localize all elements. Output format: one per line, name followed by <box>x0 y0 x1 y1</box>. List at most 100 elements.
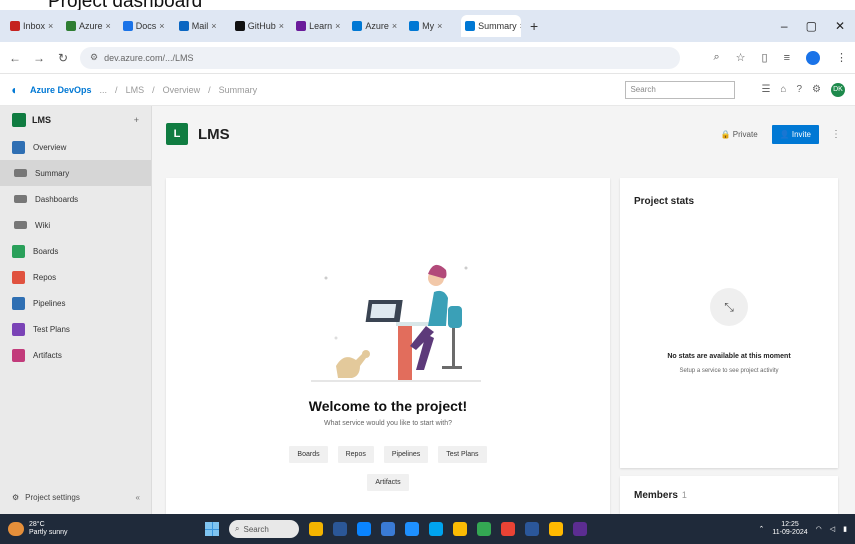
chip-pipelines[interactable]: Pipelines <box>383 446 429 463</box>
taskbar-search[interactable]: ⌕ Search <box>229 520 299 538</box>
sidebar-item-boards[interactable]: Boards <box>0 238 151 264</box>
zoom-icon[interactable]: ⌕ <box>713 51 719 64</box>
taskbar-app-icon[interactable] <box>333 522 347 536</box>
taskbar-app-icon[interactable] <box>309 522 323 536</box>
members-heading: Members 1 <box>634 490 687 501</box>
collapse-icon[interactable]: « <box>136 493 140 502</box>
start-button[interactable] <box>205 522 219 536</box>
wifi-icon[interactable]: ◠ <box>816 525 822 533</box>
tab-close-icon[interactable]: × <box>159 21 164 31</box>
taskbar-app-icon[interactable] <box>525 522 539 536</box>
browser-menu-icon[interactable]: ⋮ <box>836 51 847 64</box>
sidebar-item-dashboards[interactable]: Dashboards <box>0 186 151 212</box>
sidebar-item-icon <box>14 169 27 177</box>
sidebar-item-summary[interactable]: Summary <box>0 160 151 186</box>
sidebar-item-test-plans[interactable]: Test Plans <box>0 316 151 342</box>
tab-close-icon[interactable]: × <box>211 21 216 31</box>
taskbar-app-icon[interactable] <box>501 522 515 536</box>
add-icon[interactable]: + <box>134 115 139 125</box>
sidebar-item-icon <box>12 270 25 284</box>
user-avatar[interactable]: DK <box>831 82 845 97</box>
sidebar-item-repos[interactable]: Repos <box>0 264 151 290</box>
browser-tab[interactable]: Inbox × <box>6 15 58 37</box>
breadcrumb-org[interactable]: ... <box>100 85 108 95</box>
chip-artifacts[interactable]: Artifacts <box>367 474 409 491</box>
tab-close-icon[interactable]: × <box>392 21 397 31</box>
sidebar-item-artifacts[interactable]: Artifacts <box>0 342 151 368</box>
sidebar-item-overview[interactable]: Overview <box>0 134 151 160</box>
azure-devops-logo-icon[interactable]: ◖ <box>10 84 22 96</box>
project-settings-link[interactable]: ⚙ Project settings « <box>0 486 152 508</box>
browser-tab[interactable]: Azure × <box>348 15 401 37</box>
taskbar-app-icon[interactable] <box>549 522 563 536</box>
sidebar-project-name: LMS <box>32 115 51 125</box>
sidebar-icon[interactable]: ▯ <box>762 51 768 64</box>
tab-close-icon[interactable]: × <box>520 21 521 31</box>
tab-label: Inbox <box>23 21 46 31</box>
settings-icon[interactable]: ⚙ <box>812 84 821 95</box>
sidebar-item-icon <box>12 140 25 154</box>
battery-icon[interactable]: ▮ <box>843 525 847 533</box>
chip-repos[interactable]: Repos <box>337 446 374 463</box>
browser-tab[interactable]: Summary× <box>461 15 522 37</box>
chip-test-plans[interactable]: Test Plans <box>438 446 487 463</box>
new-tab-button[interactable]: + <box>525 18 543 34</box>
breadcrumb-project[interactable]: LMS <box>126 85 145 95</box>
taskbar-app-icon[interactable] <box>381 522 395 536</box>
address-bar[interactable]: ⚙ dev.azure.com/.../LMS <box>80 46 680 69</box>
clock[interactable]: 12:25 11-09-2024 <box>772 521 807 537</box>
invite-button[interactable]: 👤 Invite <box>771 124 819 144</box>
breadcrumb-overview[interactable]: Overview <box>163 85 201 95</box>
help-icon[interactable]: ? <box>796 84 802 95</box>
stats-message: No stats are available at this moment <box>667 353 791 360</box>
taskbar-app-icon[interactable] <box>405 522 419 536</box>
tab-close-icon[interactable]: × <box>279 21 284 31</box>
project-settings-label: Project settings <box>25 492 80 502</box>
browser-tab[interactable]: Docs × <box>119 15 171 37</box>
list-icon[interactable]: ☰ <box>761 84 770 95</box>
tray-chevron-icon[interactable]: ⌃ <box>758 525 764 533</box>
page-title: LMS <box>198 125 230 143</box>
devops-brand[interactable]: Azure DevOps <box>30 85 92 95</box>
devops-search-input[interactable]: Search <box>625 80 736 99</box>
breadcrumb-summary[interactable]: Summary <box>219 85 258 95</box>
forward-arrow-icon[interactable]: → <box>32 51 46 65</box>
reload-icon[interactable]: ↻ <box>56 51 70 65</box>
tab-close-icon[interactable]: × <box>335 21 340 31</box>
browser-tab[interactable]: Mail × <box>175 15 227 37</box>
maximize-button[interactable]: ▢ <box>806 19 817 33</box>
more-icon[interactable]: ⋮ <box>827 129 841 140</box>
browser-tab[interactable]: GitHub × <box>231 15 288 37</box>
browser-tab[interactable]: Azure × <box>62 15 115 37</box>
sidebar-item-label: Summary <box>35 168 70 178</box>
bookmark-star-icon[interactable]: ☆ <box>736 51 746 64</box>
sidebar-project[interactable]: LMS + <box>0 106 151 134</box>
tab-favicon-icon <box>178 21 189 31</box>
taskbar-app-icon[interactable] <box>453 522 467 536</box>
taskbar-app-icon[interactable] <box>573 522 587 536</box>
site-info-icon[interactable]: ⚙ <box>90 52 98 63</box>
close-window-button[interactable]: ✕ <box>835 19 845 33</box>
sidebar-item-pipelines[interactable]: Pipelines <box>0 290 151 316</box>
browser-tab[interactable]: My × <box>405 15 457 37</box>
chip-boards[interactable]: Boards <box>289 446 328 463</box>
taskbar-app-icon[interactable] <box>429 522 443 536</box>
sidebar-item-wiki[interactable]: Wiki <box>0 212 151 238</box>
taskbar-app-icon[interactable] <box>477 522 491 536</box>
browser-tab[interactable]: Learn × <box>292 15 344 37</box>
tab-close-icon[interactable]: × <box>106 21 111 31</box>
project-tile-icon <box>12 113 26 127</box>
volume-icon[interactable]: ◁ <box>830 525 835 533</box>
tab-close-icon[interactable]: × <box>437 21 442 31</box>
sidebar-nav: Overview Summary Dashboards Wiki Boards Repos… <box>0 134 151 368</box>
extensions-icon[interactable]: ≡ <box>784 52 790 64</box>
minimize-button[interactable]: – <box>781 19 788 33</box>
back-arrow-icon[interactable]: ← <box>8 51 22 65</box>
private-button[interactable]: 🔒 Private <box>715 126 764 143</box>
bag-icon[interactable]: ⌂ <box>780 84 786 95</box>
profile-avatar[interactable] <box>806 50 820 65</box>
taskbar-app-icon[interactable] <box>357 522 371 536</box>
tab-close-icon[interactable]: × <box>48 21 53 31</box>
weather-widget[interactable]: 28°C Partly sunny <box>8 521 68 537</box>
tab-label: Azure <box>365 21 389 31</box>
